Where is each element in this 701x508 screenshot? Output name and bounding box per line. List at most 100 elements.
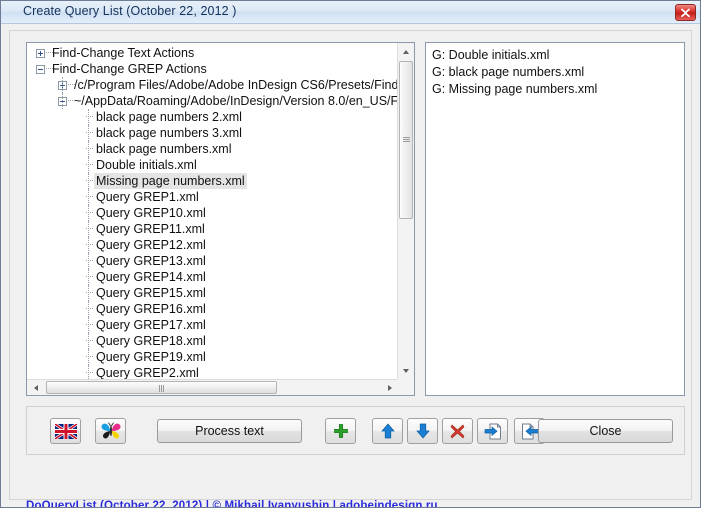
tree-connector <box>68 100 75 101</box>
window-close-button[interactable] <box>675 4 696 21</box>
tree-connector-vertical <box>88 125 89 141</box>
scroll-grip-icon <box>158 385 165 392</box>
actions-tree-panel: Find-Change Text Actions Find-Change GREP… <box>26 42 415 396</box>
scroll-down-button[interactable] <box>398 362 414 379</box>
scroll-up-button[interactable] <box>398 43 414 60</box>
arrow-down-icon <box>415 423 430 439</box>
tree-item[interactable]: Query GREP19.xml <box>30 349 398 365</box>
tree-item-label: Query GREP2.xml <box>96 366 199 379</box>
tree-connector-vertical <box>88 269 89 285</box>
tree-item[interactable]: Double initials.xml <box>30 157 398 173</box>
tree-item[interactable]: Query GREP16.xml <box>30 301 398 317</box>
tree-connector-vertical <box>88 189 89 205</box>
tree-connector <box>46 68 53 69</box>
tree-connector-vertical <box>88 317 89 333</box>
tree-item[interactable]: Query GREP13.xml <box>30 253 398 269</box>
tree-item[interactable]: Query GREP15.xml <box>30 285 398 301</box>
create-query-list-window: Create Query List (October 22, 2012 ) Fi… <box>0 0 701 508</box>
tree-item[interactable]: Missing page numbers.xml <box>30 173 398 189</box>
query-list-panel: G: Double initials.xml G: black page numb… <box>425 42 685 396</box>
tree-item[interactable]: black page numbers 2.xml <box>30 109 398 125</box>
tree-item-label: Query GREP12.xml <box>96 238 206 252</box>
arrow-right-icon <box>387 384 392 391</box>
tree-connector <box>46 52 53 53</box>
move-up-button[interactable] <box>372 418 403 444</box>
tree-horizontal-scrollbar[interactable] <box>27 379 398 395</box>
tree-item-label: Find-Change Text Actions <box>52 46 195 60</box>
tree-connector-vertical <box>88 365 89 379</box>
button-bar: Process text Close <box>26 406 685 455</box>
query-list-item[interactable]: G: black page numbers.xml <box>432 64 682 81</box>
tree-connector-vertical <box>62 77 63 93</box>
tree-item[interactable]: ~/AppData/Roaming/Adobe/InDesign/Version… <box>30 93 398 109</box>
tree-item[interactable]: Query GREP17.xml <box>30 317 398 333</box>
tree-item[interactable]: black page numbers.xml <box>30 141 398 157</box>
plus-icon <box>333 424 348 438</box>
collapse-icon[interactable] <box>36 65 45 74</box>
tree-connector-vertical <box>88 333 89 349</box>
tree-item-label: Query GREP19.xml <box>96 350 206 364</box>
tree-item[interactable]: Query GREP14.xml <box>30 269 398 285</box>
tree-item-label: Query GREP10.xml <box>96 206 206 220</box>
tree-item-label: Query GREP11.xml <box>96 222 205 236</box>
tree-item[interactable]: Find-Change GREP Actions <box>30 61 398 77</box>
move-down-button[interactable] <box>407 418 438 444</box>
tree-item-label: black page numbers.xml <box>96 142 232 156</box>
tree-item[interactable]: Query GREP2.xml <box>30 365 398 379</box>
tree-item[interactable]: /c/Program Files/Adobe/Adobe InDesign CS… <box>30 77 398 93</box>
footer-credits[interactable]: DoQueryList (October 22, 2012) | © Mikha… <box>26 500 438 507</box>
cross-icon <box>450 424 465 438</box>
tree-item[interactable]: Query GREP11.xml <box>30 221 398 237</box>
tree-connector-vertical <box>88 237 89 253</box>
language-english-button[interactable] <box>50 418 81 444</box>
tree-item-label: black page numbers 2.xml <box>96 110 242 124</box>
tree-item-label: Query GREP1.xml <box>96 190 199 204</box>
add-query-button[interactable] <box>325 418 356 444</box>
tree-item[interactable]: Query GREP12.xml <box>30 237 398 253</box>
scrollbar-corner <box>397 379 414 395</box>
delete-query-button[interactable] <box>442 418 473 444</box>
tree-list: Find-Change Text Actions Find-Change GREP… <box>30 45 398 379</box>
process-text-button[interactable]: Process text <box>157 419 302 443</box>
tree-item[interactable]: Query GREP18.xml <box>30 333 398 349</box>
dialog-content: Find-Change Text Actions Find-Change GREP… <box>9 30 692 507</box>
tree-item-label: Missing page numbers.xml <box>94 173 247 189</box>
tree-item[interactable]: black page numbers 3.xml <box>30 125 398 141</box>
tree-item-label: Query GREP18.xml <box>96 334 206 348</box>
tree-connector-vertical <box>88 285 89 301</box>
query-list: G: Double initials.xml G: black page numb… <box>432 47 682 98</box>
tree-item-label: Find-Change GREP Actions <box>52 62 207 76</box>
vertical-scroll-thumb[interactable] <box>399 61 413 219</box>
tree-item-label: Double initials.xml <box>96 158 197 172</box>
query-list-item[interactable]: G: Double initials.xml <box>432 47 682 64</box>
tree-viewport: Find-Change Text Actions Find-Change GREP… <box>27 43 398 379</box>
tree-connector-vertical <box>88 141 89 157</box>
horizontal-scroll-thumb[interactable] <box>46 381 277 394</box>
arrow-left-icon <box>33 384 38 391</box>
tree-item[interactable]: Query GREP10.xml <box>30 205 398 221</box>
arrow-up-icon <box>403 49 409 54</box>
tree-connector-vertical <box>88 205 89 221</box>
tree-connector <box>68 84 75 85</box>
colors-butterfly-button[interactable] <box>95 418 126 444</box>
scroll-right-button[interactable] <box>381 380 398 395</box>
scroll-grip-icon <box>403 137 410 143</box>
tree-connector-vertical <box>88 253 89 269</box>
query-list-item[interactable]: G: Missing page numbers.xml <box>432 81 682 98</box>
expand-icon[interactable] <box>36 49 45 58</box>
tree-item[interactable]: Find-Change Text Actions <box>30 45 398 61</box>
close-icon <box>681 8 690 17</box>
scroll-left-button[interactable] <box>27 380 44 395</box>
export-button[interactable] <box>477 418 508 444</box>
tree-item-label: black page numbers 3.xml <box>96 126 242 140</box>
tree-vertical-scrollbar[interactable] <box>397 43 414 379</box>
tree-item-label: Query GREP15.xml <box>96 286 206 300</box>
tree-connector-vertical <box>88 173 89 189</box>
tree-item-label: Query GREP14.xml <box>96 270 206 284</box>
close-dialog-button[interactable]: Close <box>538 419 673 443</box>
tree-item[interactable]: Query GREP1.xml <box>30 189 398 205</box>
arrow-down-icon <box>403 368 409 373</box>
import-page-icon <box>521 423 538 439</box>
export-page-icon <box>484 423 501 439</box>
window-title: Create Query List (October 22, 2012 ) <box>23 4 237 18</box>
